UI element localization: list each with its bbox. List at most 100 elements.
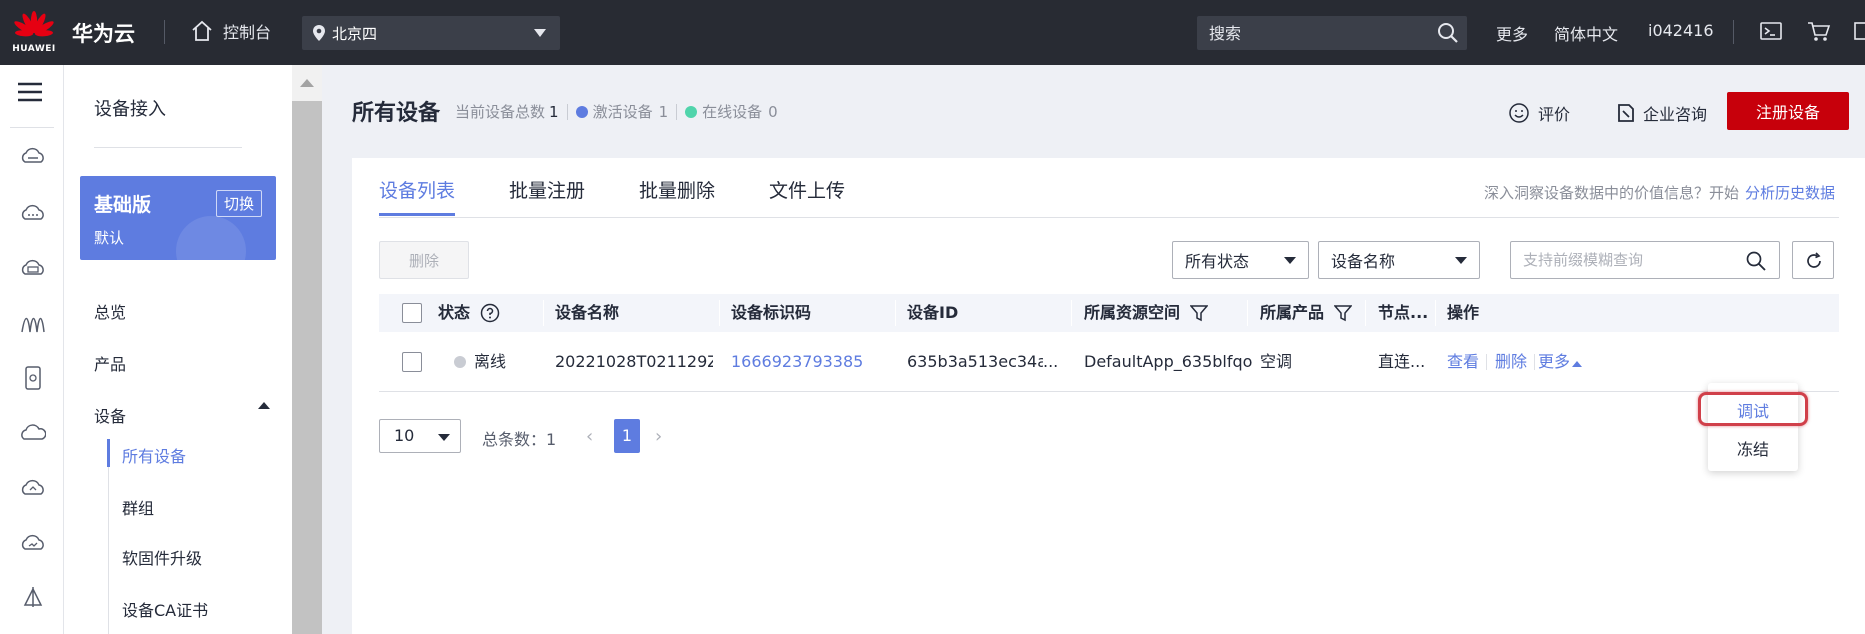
- menu-item-debug[interactable]: 调试: [1708, 398, 1798, 422]
- console-label: 控制台: [223, 23, 272, 42]
- nav-item-overview[interactable]: 总览: [94, 299, 126, 323]
- cloud-monitor-icon[interactable]: [20, 530, 46, 556]
- refresh-icon: [1807, 252, 1821, 268]
- chevron-down-icon: [438, 434, 450, 441]
- device-stats: 当前设备总数 1 激活设备 1 在线设备 0: [455, 101, 778, 122]
- page-title: 所有设备: [352, 101, 441, 126]
- nav-scrollbar[interactable]: [292, 65, 322, 634]
- grid-icon[interactable]: [1854, 21, 1865, 43]
- name-filter-value: 设备名称: [1331, 252, 1396, 271]
- nav-item-group[interactable]: 群组: [122, 495, 154, 519]
- page-size-value: 10: [394, 426, 415, 445]
- row-product: 空调: [1260, 352, 1293, 371]
- col-divider: [895, 300, 896, 326]
- nav-item-firmware[interactable]: 软固件升级: [122, 545, 202, 569]
- page-number[interactable]: 1: [614, 419, 640, 453]
- insight-banner: 深入洞察设备数据中的价值信息？开始 分析历史数据: [1484, 182, 1835, 203]
- chevron-up-icon[interactable]: [258, 402, 270, 409]
- total-label: 当前设备总数: [455, 103, 546, 121]
- edition-switch-button[interactable]: 切换: [215, 190, 262, 217]
- tab-batch-delete[interactable]: 批量删除: [639, 176, 715, 216]
- hamburger-menu-icon[interactable]: [16, 81, 44, 103]
- terminal-icon[interactable]: [1760, 21, 1782, 41]
- nav-divider: [94, 147, 242, 148]
- status-filter-select[interactable]: 所有状态: [1172, 241, 1309, 279]
- nav-item-product[interactable]: 产品: [94, 351, 126, 375]
- more-link[interactable]: 更多: [1538, 332, 1570, 392]
- device-search-input[interactable]: [1510, 241, 1780, 279]
- search-icon[interactable]: [1437, 22, 1459, 44]
- row-status: 离线: [474, 352, 507, 371]
- prev-page-icon[interactable]: ‹: [586, 426, 593, 447]
- tab-device-list[interactable]: 设备列表: [379, 176, 456, 216]
- total-value: 1: [549, 102, 559, 121]
- row-resource-space: DefaultApp_635blfqo: [1084, 352, 1253, 371]
- tab-file-upload[interactable]: 文件上传: [769, 176, 845, 216]
- logo-text: HUAWEI: [12, 44, 56, 54]
- page-size-select[interactable]: 10: [379, 419, 461, 453]
- refresh-button[interactable]: [1792, 241, 1834, 279]
- nav-item-device[interactable]: 设备: [94, 403, 126, 427]
- chevron-down-icon: [1455, 257, 1467, 264]
- wave-icon[interactable]: [20, 310, 46, 336]
- nav-item-ca-cert[interactable]: 设备CA证书: [122, 597, 208, 621]
- filter-icon[interactable]: [1334, 304, 1353, 322]
- col-product: 所属产品: [1260, 294, 1353, 332]
- row-node-type: 直连...: [1378, 352, 1426, 371]
- help-icon[interactable]: [480, 303, 500, 323]
- rate-link[interactable]: 评价: [1508, 101, 1570, 125]
- subnav-active-indicator: [107, 439, 110, 467]
- nav-item-all-devices[interactable]: 所有设备: [122, 443, 186, 467]
- huawei-logo[interactable]: HUAWEI: [12, 8, 56, 58]
- device-list-card: 设备列表 批量注册 批量删除 文件上传 深入洞察设备数据中的价值信息？开始 分析历…: [352, 158, 1865, 634]
- row-device-id-expand[interactable]: ...: [1043, 332, 1067, 392]
- select-all-checkbox[interactable]: [402, 303, 422, 323]
- topbar-divider: [164, 20, 165, 44]
- icon-rail: [0, 65, 64, 634]
- huawei-flower-icon: [14, 11, 54, 37]
- col-actions: 操作: [1447, 303, 1480, 322]
- more-link[interactable]: 更多: [1496, 21, 1528, 45]
- cloud-server-icon[interactable]: [20, 145, 46, 171]
- tab-batch-register[interactable]: 批量注册: [509, 176, 585, 216]
- next-page-icon[interactable]: ›: [655, 426, 662, 447]
- online-label: 在线设备: [702, 103, 763, 121]
- name-filter-select[interactable]: 设备名称: [1318, 241, 1480, 279]
- search-icon[interactable]: [1746, 251, 1766, 271]
- view-link[interactable]: 查看: [1447, 332, 1479, 392]
- global-search-input[interactable]: [1197, 16, 1467, 50]
- console-link[interactable]: 控制台: [191, 19, 271, 43]
- cloud-more-icon[interactable]: [20, 200, 46, 226]
- region-select[interactable]: 北京四: [302, 16, 560, 50]
- row-checkbox[interactable]: [402, 352, 422, 372]
- active-label: 激活设备: [592, 103, 653, 121]
- consult-label: 企业咨询: [1643, 105, 1708, 124]
- region-value: 北京四: [332, 24, 378, 43]
- online-value: 0: [768, 102, 778, 121]
- col-divider: [1365, 300, 1366, 326]
- analyze-history-link[interactable]: 分析历史数据: [1745, 184, 1835, 202]
- filter-icon[interactable]: [1190, 304, 1209, 322]
- cloud-icon[interactable]: [20, 420, 46, 446]
- table-row: 离线 20221028T021129ZD... 1666923793385 63…: [379, 332, 1839, 392]
- cloud-sync-icon[interactable]: [20, 475, 46, 501]
- consult-link[interactable]: 企业咨询: [1617, 101, 1707, 125]
- device-icon[interactable]: [20, 365, 46, 391]
- col-product-label: 所属产品: [1260, 303, 1325, 322]
- language-link[interactable]: 简体中文: [1554, 21, 1618, 45]
- cart-icon[interactable]: [1807, 21, 1831, 43]
- total-count: 总条数：1: [482, 430, 557, 449]
- cloud-database-icon[interactable]: [20, 255, 46, 281]
- row-identifier-link[interactable]: 1666923793385: [731, 332, 889, 392]
- user-account[interactable]: i042416: [1648, 21, 1714, 40]
- delete-link[interactable]: 删除: [1495, 332, 1527, 392]
- brand-name[interactable]: 华为云: [72, 18, 135, 48]
- sail-icon[interactable]: [20, 585, 46, 611]
- delete-button[interactable]: 删除: [379, 241, 469, 279]
- location-pin-icon: [313, 25, 325, 41]
- menu-item-freeze[interactable]: 冻结: [1708, 436, 1798, 460]
- scroll-up-arrow[interactable]: [292, 65, 322, 101]
- chevron-up-icon[interactable]: [1572, 361, 1582, 367]
- register-device-button[interactable]: 注册设备: [1727, 92, 1849, 130]
- edition-instance: 默认: [94, 229, 125, 247]
